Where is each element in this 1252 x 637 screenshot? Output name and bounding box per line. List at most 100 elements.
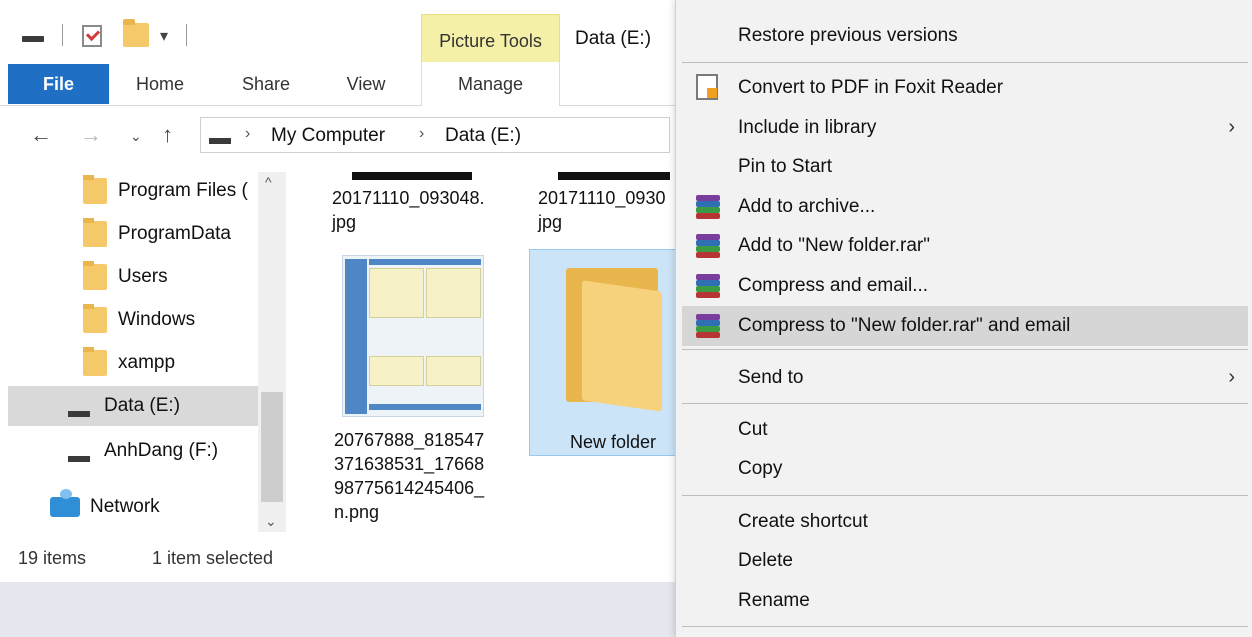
file-item[interactable]: 20767888_818547 371638531_17668 98775614… [334, 428, 514, 524]
folder-icon [83, 175, 107, 204]
new-folder-icon[interactable] [123, 19, 149, 47]
nav-item-label: xampp [118, 352, 176, 373]
menu-item-add-to-archive[interactable]: Add to archive... [676, 187, 1252, 227]
menu-item-label: Cut [738, 419, 768, 440]
file-name: 20171110_0930 jpg [538, 188, 666, 232]
breadcrumb-separator-icon[interactable]: › [419, 125, 424, 143]
menu-item-copy[interactable]: Copy [676, 449, 1252, 489]
recent-locations-chevron-icon[interactable]: ⌄ [130, 128, 142, 145]
scroll-up-icon[interactable]: ^ [265, 174, 272, 190]
nav-item-windows[interactable]: Windows [0, 300, 258, 340]
drive-icon [68, 456, 90, 462]
drive-icon [209, 138, 231, 144]
menu-item-add-to-new-folder-rar[interactable]: Add to "New folder.rar" [676, 226, 1252, 266]
nav-item-data-drive[interactable]: Data (E:) [8, 386, 258, 426]
menu-item-restore-previous-versions[interactable]: Restore previous versions [676, 16, 1252, 56]
menu-separator [682, 626, 1248, 627]
menu-separator [682, 403, 1248, 404]
folder-icon [83, 304, 107, 333]
menu-item-label: Create shortcut [738, 511, 868, 532]
menu-separator [682, 349, 1248, 350]
drive-icon[interactable] [22, 36, 44, 42]
file-item[interactable]: 20171110_0930 jpg [538, 186, 678, 234]
nav-item-xampp[interactable]: xampp [0, 343, 258, 383]
up-arrow-icon[interactable]: ↑ [162, 122, 173, 148]
submenu-arrow-icon: › [1228, 116, 1235, 138]
menu-item-label: Compress to "New folder.rar" and email [738, 315, 1071, 336]
thumbnail-detail [369, 259, 481, 265]
nav-item-label: Program Files ( [118, 180, 248, 201]
menu-item-cut[interactable]: Cut [676, 410, 1252, 450]
large-folder-icon [566, 268, 662, 412]
thumbnail-detail [426, 268, 481, 318]
tab-file[interactable]: File [8, 64, 109, 104]
menu-item-pin-to-start[interactable]: Pin to Start [676, 147, 1252, 187]
nav-item-network[interactable]: Network [0, 487, 258, 527]
redaction-bar [558, 172, 670, 180]
redaction-bar [352, 172, 472, 180]
menu-item-label: Add to "New folder.rar" [738, 235, 930, 256]
image-thumbnail[interactable] [342, 255, 484, 417]
customize-toolbar-dropdown-icon[interactable]: ▾ [160, 26, 168, 46]
tab-share[interactable]: Share [226, 64, 306, 104]
toolbar-divider [186, 24, 187, 46]
breadcrumb-my-computer[interactable]: My Computer [271, 125, 385, 147]
drive-icon [68, 411, 90, 417]
nav-item-label: Users [118, 266, 168, 287]
thumbnail-detail [369, 404, 481, 410]
menu-item-label: Restore previous versions [738, 25, 958, 46]
scroll-down-icon[interactable]: ⌄ [265, 513, 277, 530]
nav-item-label: Windows [118, 309, 196, 330]
nav-item-label: Network [90, 496, 160, 517]
menu-item-rename[interactable]: Rename [676, 581, 1252, 621]
tab-view[interactable]: View [326, 64, 406, 104]
nav-item-anhdang-drive[interactable]: AnhDang (F:) [0, 431, 258, 471]
thumbnail-detail [345, 259, 367, 414]
winrar-icon [696, 195, 720, 219]
nav-item-label: AnhDang (F:) [104, 440, 219, 461]
picture-tools-label: Picture Tools [439, 31, 542, 51]
breadcrumb-data-drive[interactable]: Data (E:) [445, 125, 521, 147]
menu-separator [682, 62, 1248, 63]
menu-item-create-shortcut[interactable]: Create shortcut [676, 502, 1252, 542]
menu-item-convert-to-pdf[interactable]: Convert to PDF in Foxit Reader [676, 68, 1252, 108]
menu-item-compress-to-rar-and-email[interactable]: Compress to "New folder.rar" and email [682, 306, 1248, 346]
breadcrumb-separator-icon[interactable]: › [245, 125, 250, 143]
selection-count: 1 item selected [152, 548, 274, 568]
menu-item-label: Compress and email... [738, 275, 929, 296]
winrar-icon [696, 274, 720, 298]
nav-item-programdata[interactable]: ProgramData [0, 214, 258, 254]
nav-item-program-files[interactable]: Program Files ( [0, 171, 258, 211]
window-bottom-area [0, 582, 680, 637]
ribbon-tabs: File Home Share View Manage [0, 62, 680, 106]
forward-arrow-icon[interactable]: → [80, 122, 102, 148]
menu-item-compress-and-email[interactable]: Compress and email... [676, 266, 1252, 306]
nav-item-users[interactable]: Users [0, 257, 258, 297]
picture-tools-context-tab: Picture Tools [421, 14, 560, 64]
folder-icon [83, 261, 107, 290]
menu-item-include-in-library[interactable]: Include in library › [676, 108, 1252, 148]
address-bar[interactable]: › My Computer › Data (E:) [200, 117, 670, 153]
menu-item-label: Include in library [738, 117, 877, 138]
thumbnail-detail [369, 356, 424, 386]
folder-icon [83, 347, 107, 376]
nav-item-label: ProgramData [118, 223, 231, 244]
file-name: 20767888_818547 371638531_17668 98775614… [334, 430, 485, 522]
navigation-pane: Program Files ( ProgramData Users Window… [0, 165, 290, 535]
file-item[interactable]: 20171110_093048. jpg [332, 186, 512, 234]
tab-home[interactable]: Home [120, 64, 200, 104]
file-item: New folder [570, 430, 656, 454]
scrollbar-thumb[interactable] [261, 392, 283, 502]
menu-item-label: Convert to PDF in Foxit Reader [738, 77, 1004, 98]
status-bar: 19 items 1 item selected [0, 540, 680, 580]
context-menu: Restore previous versions Convert to PDF… [675, 0, 1252, 637]
menu-item-send-to[interactable]: Send to › [676, 358, 1252, 398]
navigation-pane-scrollbar[interactable]: ^ ⌄ [258, 172, 286, 532]
tab-manage[interactable]: Manage [421, 64, 560, 104]
properties-icon[interactable] [82, 25, 102, 47]
folder-icon [83, 218, 107, 247]
menu-separator [682, 495, 1248, 496]
menu-item-delete[interactable]: Delete [676, 541, 1252, 581]
menu-item-label: Delete [738, 550, 793, 571]
back-arrow-icon[interactable]: ← [30, 122, 52, 148]
